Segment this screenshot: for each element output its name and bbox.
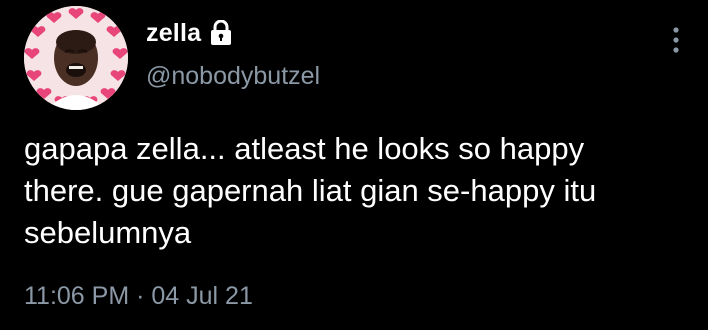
display-name[interactable]: zella [146, 19, 201, 48]
avatar[interactable] [24, 6, 128, 110]
lock-icon [211, 20, 232, 45]
more-vertical-icon[interactable] [666, 24, 686, 56]
tweet: zella @nobodybutzel gapapa zella... atle… [0, 0, 708, 330]
tweet-text-line: there. gue gapernah liat gian se-happy i… [24, 173, 597, 208]
tweet-time: 11:06 PM [24, 282, 130, 310]
name-row: zella [146, 16, 233, 50]
tweet-timestamp[interactable]: 11:06 PM · 04 Jul 21 [24, 282, 253, 311]
avatar-image [24, 6, 128, 110]
user-handle[interactable]: @nobodybutzel [146, 62, 320, 91]
meta-separator: · [136, 282, 145, 310]
tweet-text: gapapa zella... atleast he looks so happ… [24, 128, 694, 254]
tweet-text-line: gapapa zella... atleast he looks so happ… [24, 131, 585, 166]
tweet-text-line: sebelumnya [24, 215, 192, 250]
tweet-date: 04 Jul 21 [151, 282, 253, 310]
